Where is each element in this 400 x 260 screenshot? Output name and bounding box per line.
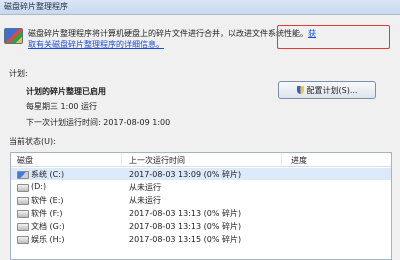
current-status-label: 当前状态(U): — [9, 137, 56, 146]
title-bar[interactable]: 磁盘碎片整理程序 — [0, 0, 400, 15]
drive-icon — [17, 197, 29, 205]
schedule-section-label: 计划: — [9, 69, 28, 78]
schedule-status: 计划的碎片整理已启用 — [26, 87, 106, 96]
disk-name: 娱乐 (H:) — [31, 235, 65, 244]
disk-last-run: 从未运行 — [129, 183, 161, 192]
disk-last-run: 2017-08-03 13:13 (0% 碎片) — [129, 222, 242, 231]
disk-name: 文档 (G:) — [31, 222, 65, 231]
schedule-next-run: 下一次计划运行时间: 2017-08-09 1:00 — [26, 118, 171, 127]
disk-list[interactable]: 磁盘 上一次运行时间 进度 系统 (C:) 2017-08-03 13:09 (… — [10, 152, 392, 260]
column-disk[interactable]: 磁盘 — [17, 155, 33, 166]
system-drive-icon — [17, 171, 29, 179]
drive-icon — [17, 184, 29, 192]
configure-schedule-button[interactable]: 配置计划(S)... — [278, 81, 376, 99]
drive-icon — [17, 223, 29, 231]
intro-text: 磁盘碎片整理程序将计算机硬盘上的碎片文件进行合并，以改进文件系统性能。获取有关磁… — [28, 28, 318, 50]
schedule-run-time: 每星期三 1:00 运行 — [26, 102, 98, 111]
disk-name: 系统 (C:) — [31, 170, 65, 179]
drive-icon — [17, 236, 29, 244]
drive-icon — [17, 210, 29, 218]
disk-last-run: 从未运行 — [129, 196, 161, 205]
disk-row[interactable]: 文档 (G:) 2017-08-03 13:13 (0% 碎片) — [11, 220, 391, 232]
disk-name: 软件 (F:) — [31, 209, 63, 218]
disk-name: 软件 (E:) — [31, 196, 64, 205]
help-link-highlight — [277, 25, 390, 49]
disk-row[interactable]: 娱乐 (H:) 2017-08-03 13:15 (0% 碎片) — [11, 233, 391, 245]
disk-last-run: 2017-08-03 13:09 (0% 碎片) — [129, 170, 242, 179]
disk-row[interactable]: (D:) 从未运行 — [11, 181, 391, 193]
disk-name: (D:) — [31, 182, 47, 191]
disk-row[interactable]: 软件 (E:) 从未运行 — [11, 194, 391, 206]
disk-list-header: 磁盘 上一次运行时间 进度 — [11, 153, 391, 167]
uac-shield-icon — [296, 86, 304, 94]
column-last-run[interactable]: 上一次运行时间 — [129, 155, 185, 166]
intro-description: 磁盘碎片整理程序将计算机硬盘上的碎片文件进行合并，以改进文件系统性能。 — [28, 29, 308, 38]
disk-last-run: 2017-08-03 13:15 (0% 碎片) — [129, 235, 242, 244]
configure-schedule-label: 配置计划(S)... — [306, 85, 358, 95]
disk-row[interactable]: 软件 (F:) 2017-08-03 13:13 (0% 碎片) — [11, 207, 391, 219]
defrag-app-icon — [4, 28, 23, 44]
disk-last-run: 2017-08-03 13:13 (0% 碎片) — [129, 209, 242, 218]
disk-row[interactable]: 系统 (C:) 2017-08-03 13:09 (0% 碎片) — [11, 168, 391, 180]
window-title: 磁盘碎片整理程序 — [4, 2, 68, 11]
column-progress[interactable]: 进度 — [291, 155, 307, 166]
